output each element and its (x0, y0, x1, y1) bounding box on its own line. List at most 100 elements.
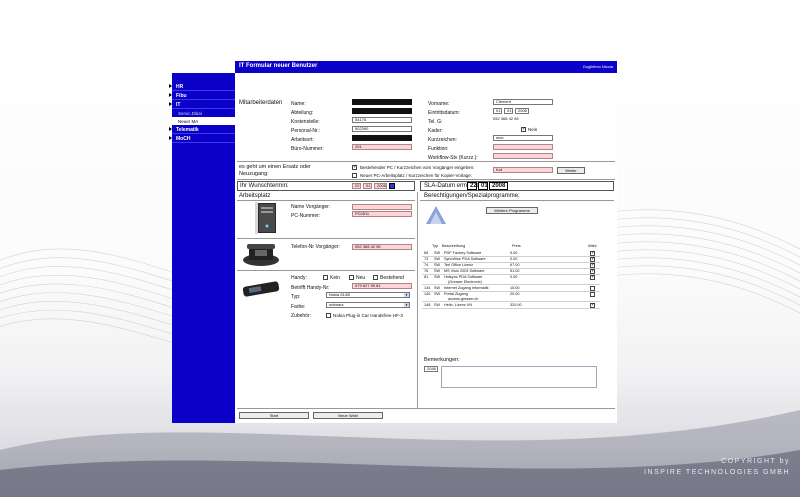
copyright-line1: COPYRIGHT by (721, 458, 790, 465)
arbeitsort-field[interactable] (352, 135, 412, 141)
ersatz-question: es geht um einen Ersatz oder Neuzugang: (239, 164, 311, 177)
arrow-icon (169, 93, 172, 97)
arrow-icon (169, 136, 172, 140)
kostenstelle-field[interactable]: 54176 (352, 117, 412, 123)
sla-year: 2008 (489, 182, 508, 190)
wunsch-day-field[interactable]: 22 (352, 183, 361, 189)
sidebar-item-moch[interactable]: MoCH (169, 134, 235, 143)
table-row: 74 SW Teri Office Lizenz 67.00 (422, 262, 600, 269)
table-row: 76 SW MS Visio 2003 Software 51.00 (422, 268, 600, 275)
table-row: 148 SW Helio. Lizenz VN 320.00 (422, 302, 600, 309)
weiter-button[interactable]: Weiter (557, 167, 585, 174)
wahl-checkbox[interactable] (590, 292, 595, 297)
wunsch-month-field[interactable]: 01 (363, 183, 372, 189)
table-header: Typ Beschreibung Preis Wahl (432, 244, 597, 248)
software-box-icon (424, 202, 448, 228)
weitere-programme-button[interactable]: Weitere Programme (486, 207, 538, 214)
kader-checkbox[interactable] (521, 126, 526, 132)
eintritt-month-field[interactable]: 01 (504, 108, 513, 114)
label-eintrittsdatum: Eintrittsdatum: (428, 110, 460, 116)
tel-g-value: 052 368 42 96 (493, 116, 519, 121)
divider (237, 179, 615, 180)
vorname-field[interactable]: Clément (493, 99, 553, 105)
sidebar-item-it[interactable]: IT (169, 100, 235, 109)
arrow-icon (169, 127, 172, 131)
pc-nummer-field[interactable]: PC0511 (352, 211, 412, 217)
arrow-icon (169, 84, 172, 88)
zubehoer-checkbox[interactable] (326, 313, 331, 318)
label-abteilung: Abteilung: (291, 110, 314, 116)
section-mitarbeiterdaten: Mitarbeiterdaten (239, 100, 283, 106)
telefon-vorgaenger-field[interactable]: 052 368 42 96 (352, 244, 412, 250)
farbe-select[interactable]: schwarz ▾ (326, 302, 410, 308)
column-divider (417, 192, 418, 408)
wahl-checkbox[interactable] (590, 286, 595, 291)
label-arbeitsort: Arbeitsort: (291, 137, 314, 143)
table-row: 134 SW Internet Zugang Informatik 15.00 (422, 286, 600, 292)
abteilung-field[interactable] (352, 108, 412, 114)
start-button[interactable]: Start (239, 412, 309, 419)
bemerkungen-textarea[interactable] (441, 366, 597, 388)
wahl-checkbox[interactable] (590, 302, 595, 308)
label-telefon-vorgaenger: Telefon-Nr Vorgänger: (291, 244, 340, 250)
handy-bestehend-label: Bestehend (380, 275, 404, 281)
personal-nr-field[interactable]: 502390 (352, 126, 412, 132)
copyright-line2: INSPIRE TECHNOLOGIES GMBH (644, 469, 790, 476)
user-name: Guglielmo Nicola (582, 64, 613, 69)
funktion-field[interactable] (493, 144, 553, 150)
divider (237, 161, 615, 162)
neuer-pc-checkbox[interactable] (352, 173, 357, 178)
wahl-checkbox[interactable] (590, 256, 595, 262)
bestehender-pc-checkbox[interactable] (352, 164, 357, 170)
label-zubehoer: Zubehör: (291, 313, 312, 319)
arrow-icon (169, 102, 172, 106)
handy-kein-label: Kein (330, 275, 341, 281)
sidebar-item-fibu[interactable]: Fibu (169, 91, 235, 100)
zubehoer-value: Nokia Plug-in Car Handsfree HF-3 (333, 313, 403, 318)
buero-nummer-field[interactable]: 201 (352, 144, 412, 150)
handy-neu-checkbox[interactable] (349, 275, 354, 280)
sidebar-item-hr[interactable]: HR (169, 82, 235, 91)
eintritt-year-field[interactable]: 2008 (515, 108, 529, 114)
label-typ: Typ: (291, 294, 301, 300)
divider (237, 408, 615, 409)
workflow-stv-field[interactable] (493, 153, 553, 159)
kurzzeichen-field[interactable]: mec (493, 135, 553, 141)
table-row: 65 SW PDF Factory Software 9.00 (422, 250, 600, 257)
name-field[interactable] (352, 99, 412, 105)
eintritt-day-field[interactable]: 01 (493, 108, 502, 114)
name-vorgaenger-field[interactable] (352, 204, 412, 210)
handy-neu-label: Neu (356, 275, 366, 281)
neue-wahl-button[interactable]: Neue Wahl (313, 412, 383, 419)
label-tel-g: Tel. G: (428, 119, 443, 125)
form-window: IT Formular neuer Benutzer Guglielmo Nic… (235, 61, 617, 423)
wahl-checkbox[interactable] (590, 250, 595, 256)
sidebar-subitem-neuer-ma[interactable]: Neuer MA (172, 117, 235, 125)
kurzzeichen-vorgaenger-field[interactable]: Kof (493, 167, 553, 173)
chevron-down-icon: ▾ (404, 293, 409, 297)
wunsch-year-field[interactable]: 2008 (374, 183, 387, 189)
handy-bestehend-checkbox[interactable] (373, 275, 378, 280)
label-funktion: Funktion: (428, 146, 449, 152)
label-kurzzeichen: Kurzzeichen: (428, 137, 457, 143)
label-personal-nr: Personal-Nr.: (291, 128, 321, 134)
sidebar-item-telematik[interactable]: Telematik (169, 125, 235, 134)
wunschtermin-label: Ihr Wunschtermin: (240, 183, 289, 189)
betrifft-handy-field[interactable]: 079 627 99 81 (352, 283, 412, 289)
divider (237, 238, 415, 239)
sidebar: HR Fibu IT Servic.Ditial Neuer MA Telema… (169, 73, 235, 423)
sidebar-subitem-servic[interactable]: Servic.Ditial (172, 109, 235, 117)
divider (237, 200, 415, 201)
typ-select[interactable]: Nokia 6140i ▾ (326, 292, 410, 298)
label-kostenstelle: Kostenstelle: (291, 119, 320, 125)
label-kader: Kader: (428, 128, 443, 134)
form-title: IT Formular neuer Benutzer (239, 63, 318, 69)
handy-kein-checkbox[interactable] (323, 275, 328, 280)
chevron-down-icon: ▾ (404, 303, 409, 307)
wahl-checkbox[interactable] (590, 274, 595, 280)
calendar-icon[interactable] (389, 183, 395, 189)
bemerkungen-counter: 2046 (424, 366, 438, 372)
divider (237, 270, 415, 271)
wahl-checkbox[interactable] (590, 262, 595, 268)
wahl-checkbox[interactable] (590, 268, 595, 274)
